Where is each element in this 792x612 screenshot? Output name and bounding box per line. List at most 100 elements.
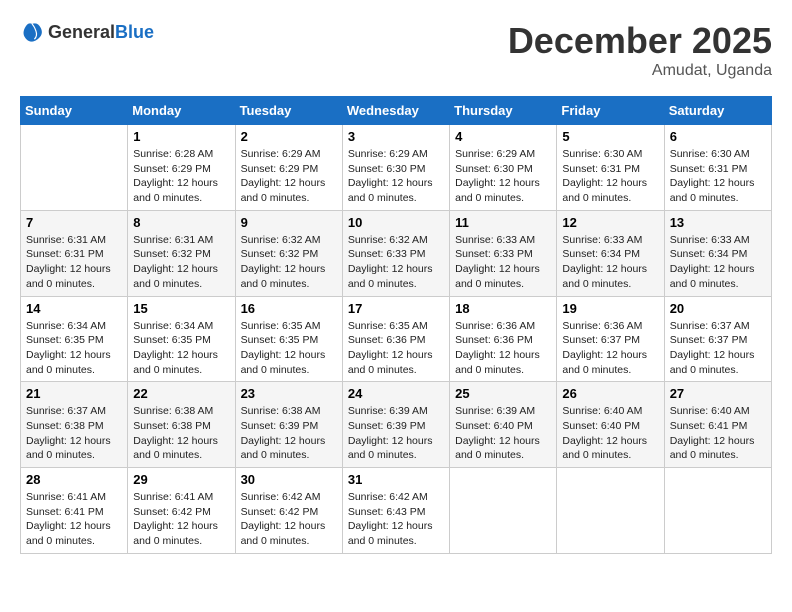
weekday-header: Sunday — [21, 97, 128, 125]
calendar-cell: 24 Sunrise: 6:39 AMSunset: 6:39 PMDayligh… — [342, 382, 449, 468]
day-info: Sunrise: 6:31 AMSunset: 6:32 PMDaylight:… — [133, 233, 229, 292]
day-info: Sunrise: 6:29 AMSunset: 6:30 PMDaylight:… — [455, 147, 551, 206]
logo: GeneralBlue — [20, 20, 154, 44]
calendar-cell: 14 Sunrise: 6:34 AMSunset: 6:35 PMDayligh… — [21, 296, 128, 382]
day-number: 12 — [562, 215, 658, 230]
day-number: 2 — [241, 129, 337, 144]
weekday-header: Tuesday — [235, 97, 342, 125]
day-info: Sunrise: 6:40 AMSunset: 6:40 PMDaylight:… — [562, 404, 658, 463]
calendar-cell: 10 Sunrise: 6:32 AMSunset: 6:33 PMDayligh… — [342, 210, 449, 296]
day-number: 6 — [670, 129, 766, 144]
day-info: Sunrise: 6:42 AMSunset: 6:43 PMDaylight:… — [348, 490, 444, 549]
day-number: 24 — [348, 386, 444, 401]
location: Amudat, Uganda — [508, 62, 772, 80]
day-info: Sunrise: 6:29 AMSunset: 6:30 PMDaylight:… — [348, 147, 444, 206]
weekday-header: Wednesday — [342, 97, 449, 125]
day-number: 8 — [133, 215, 229, 230]
calendar-week-row: 7 Sunrise: 6:31 AMSunset: 6:31 PMDaylight… — [21, 210, 772, 296]
day-number: 7 — [26, 215, 122, 230]
calendar-cell: 1 Sunrise: 6:28 AMSunset: 6:29 PMDaylight… — [128, 125, 235, 211]
calendar-cell — [557, 468, 664, 554]
day-number: 10 — [348, 215, 444, 230]
day-info: Sunrise: 6:41 AMSunset: 6:42 PMDaylight:… — [133, 490, 229, 549]
calendar-week-row: 28Sunrise: 6:41 AMSunset: 6:41 PMDayligh… — [21, 468, 772, 554]
month-title: December 2025 — [508, 20, 772, 62]
title-block: December 2025 Amudat, Uganda — [508, 20, 772, 80]
day-number: 31 — [348, 472, 444, 487]
day-info: Sunrise: 6:30 AMSunset: 6:31 PMDaylight:… — [562, 147, 658, 206]
calendar-cell: 6Sunrise: 6:30 AMSunset: 6:31 PMDaylight… — [664, 125, 771, 211]
day-number: 25 — [455, 386, 551, 401]
day-number: 27 — [670, 386, 766, 401]
calendar-cell: 4 Sunrise: 6:29 AMSunset: 6:30 PMDaylight… — [450, 125, 557, 211]
day-number: 30 — [241, 472, 337, 487]
day-info: Sunrise: 6:37 AMSunset: 6:38 PMDaylight:… — [26, 404, 122, 463]
weekday-header: Monday — [128, 97, 235, 125]
calendar-cell: 8 Sunrise: 6:31 AMSunset: 6:32 PMDaylight… — [128, 210, 235, 296]
calendar-cell: 26 Sunrise: 6:40 AMSunset: 6:40 PMDayligh… — [557, 382, 664, 468]
weekday-header: Friday — [557, 97, 664, 125]
day-number: 18 — [455, 301, 551, 316]
day-info: Sunrise: 6:37 AMSunset: 6:37 PMDaylight:… — [670, 319, 766, 378]
day-info: Sunrise: 6:33 AMSunset: 6:33 PMDaylight:… — [455, 233, 551, 292]
day-number: 11 — [455, 215, 551, 230]
calendar-cell: 25 Sunrise: 6:39 AMSunset: 6:40 PMDayligh… — [450, 382, 557, 468]
day-number: 23 — [241, 386, 337, 401]
day-info: Sunrise: 6:32 AMSunset: 6:33 PMDaylight:… — [348, 233, 444, 292]
calendar-cell: 9Sunrise: 6:32 AMSunset: 6:32 PMDaylight… — [235, 210, 342, 296]
calendar-cell: 27Sunrise: 6:40 AMSunset: 6:41 PMDayligh… — [664, 382, 771, 468]
day-number: 3 — [348, 129, 444, 144]
calendar-cell: 18 Sunrise: 6:36 AMSunset: 6:36 PMDayligh… — [450, 296, 557, 382]
calendar-cell: 20Sunrise: 6:37 AMSunset: 6:37 PMDayligh… — [664, 296, 771, 382]
day-number: 14 — [26, 301, 122, 316]
day-number: 15 — [133, 301, 229, 316]
calendar-cell: 19Sunrise: 6:36 AMSunset: 6:37 PMDayligh… — [557, 296, 664, 382]
day-info: Sunrise: 6:39 AMSunset: 6:39 PMDaylight:… — [348, 404, 444, 463]
day-number: 4 — [455, 129, 551, 144]
weekday-header: Saturday — [664, 97, 771, 125]
day-info: Sunrise: 6:39 AMSunset: 6:40 PMDaylight:… — [455, 404, 551, 463]
calendar-cell: 5 Sunrise: 6:30 AMSunset: 6:31 PMDaylight… — [557, 125, 664, 211]
logo-general: General — [48, 22, 115, 42]
calendar-cell: 21Sunrise: 6:37 AMSunset: 6:38 PMDayligh… — [21, 382, 128, 468]
day-number: 22 — [133, 386, 229, 401]
calendar-cell: 30Sunrise: 6:42 AMSunset: 6:42 PMDayligh… — [235, 468, 342, 554]
day-number: 1 — [133, 129, 229, 144]
calendar-cell — [450, 468, 557, 554]
day-number: 13 — [670, 215, 766, 230]
day-info: Sunrise: 6:31 AMSunset: 6:31 PMDaylight:… — [26, 233, 122, 292]
day-info: Sunrise: 6:34 AMSunset: 6:35 PMDaylight:… — [133, 319, 229, 378]
day-info: Sunrise: 6:32 AMSunset: 6:32 PMDaylight:… — [241, 233, 337, 292]
day-info: Sunrise: 6:33 AMSunset: 6:34 PMDaylight:… — [562, 233, 658, 292]
day-info: Sunrise: 6:34 AMSunset: 6:35 PMDaylight:… — [26, 319, 122, 378]
calendar-cell: 29Sunrise: 6:41 AMSunset: 6:42 PMDayligh… — [128, 468, 235, 554]
header-row: SundayMondayTuesdayWednesdayThursdayFrid… — [21, 97, 772, 125]
calendar-table: SundayMondayTuesdayWednesdayThursdayFrid… — [20, 96, 772, 554]
day-info: Sunrise: 6:35 AMSunset: 6:35 PMDaylight:… — [241, 319, 337, 378]
calendar-cell: 22 Sunrise: 6:38 AMSunset: 6:38 PMDayligh… — [128, 382, 235, 468]
weekday-header: Thursday — [450, 97, 557, 125]
calendar-cell: 12 Sunrise: 6:33 AMSunset: 6:34 PMDayligh… — [557, 210, 664, 296]
logo-blue: Blue — [115, 22, 154, 42]
calendar-cell: 23 Sunrise: 6:38 AMSunset: 6:39 PMDayligh… — [235, 382, 342, 468]
day-number: 26 — [562, 386, 658, 401]
day-info: Sunrise: 6:38 AMSunset: 6:39 PMDaylight:… — [241, 404, 337, 463]
day-info: Sunrise: 6:36 AMSunset: 6:36 PMDaylight:… — [455, 319, 551, 378]
day-info: Sunrise: 6:28 AMSunset: 6:29 PMDaylight:… — [133, 147, 229, 206]
day-info: Sunrise: 6:33 AMSunset: 6:34 PMDaylight:… — [670, 233, 766, 292]
day-info: Sunrise: 6:35 AMSunset: 6:36 PMDaylight:… — [348, 319, 444, 378]
page-header: GeneralBlue December 2025 Amudat, Uganda — [20, 20, 772, 80]
calendar-cell: 17Sunrise: 6:35 AMSunset: 6:36 PMDayligh… — [342, 296, 449, 382]
day-info: Sunrise: 6:38 AMSunset: 6:38 PMDaylight:… — [133, 404, 229, 463]
calendar-cell: 15 Sunrise: 6:34 AMSunset: 6:35 PMDayligh… — [128, 296, 235, 382]
day-number: 16 — [241, 301, 337, 316]
day-number: 5 — [562, 129, 658, 144]
day-number: 28 — [26, 472, 122, 487]
calendar-cell — [664, 468, 771, 554]
calendar-cell: 13 Sunrise: 6:33 AMSunset: 6:34 PMDayligh… — [664, 210, 771, 296]
calendar-cell: 28Sunrise: 6:41 AMSunset: 6:41 PMDayligh… — [21, 468, 128, 554]
logo-icon — [20, 20, 44, 44]
day-number: 19 — [562, 301, 658, 316]
day-info: Sunrise: 6:29 AMSunset: 6:29 PMDaylight:… — [241, 147, 337, 206]
calendar-cell — [21, 125, 128, 211]
